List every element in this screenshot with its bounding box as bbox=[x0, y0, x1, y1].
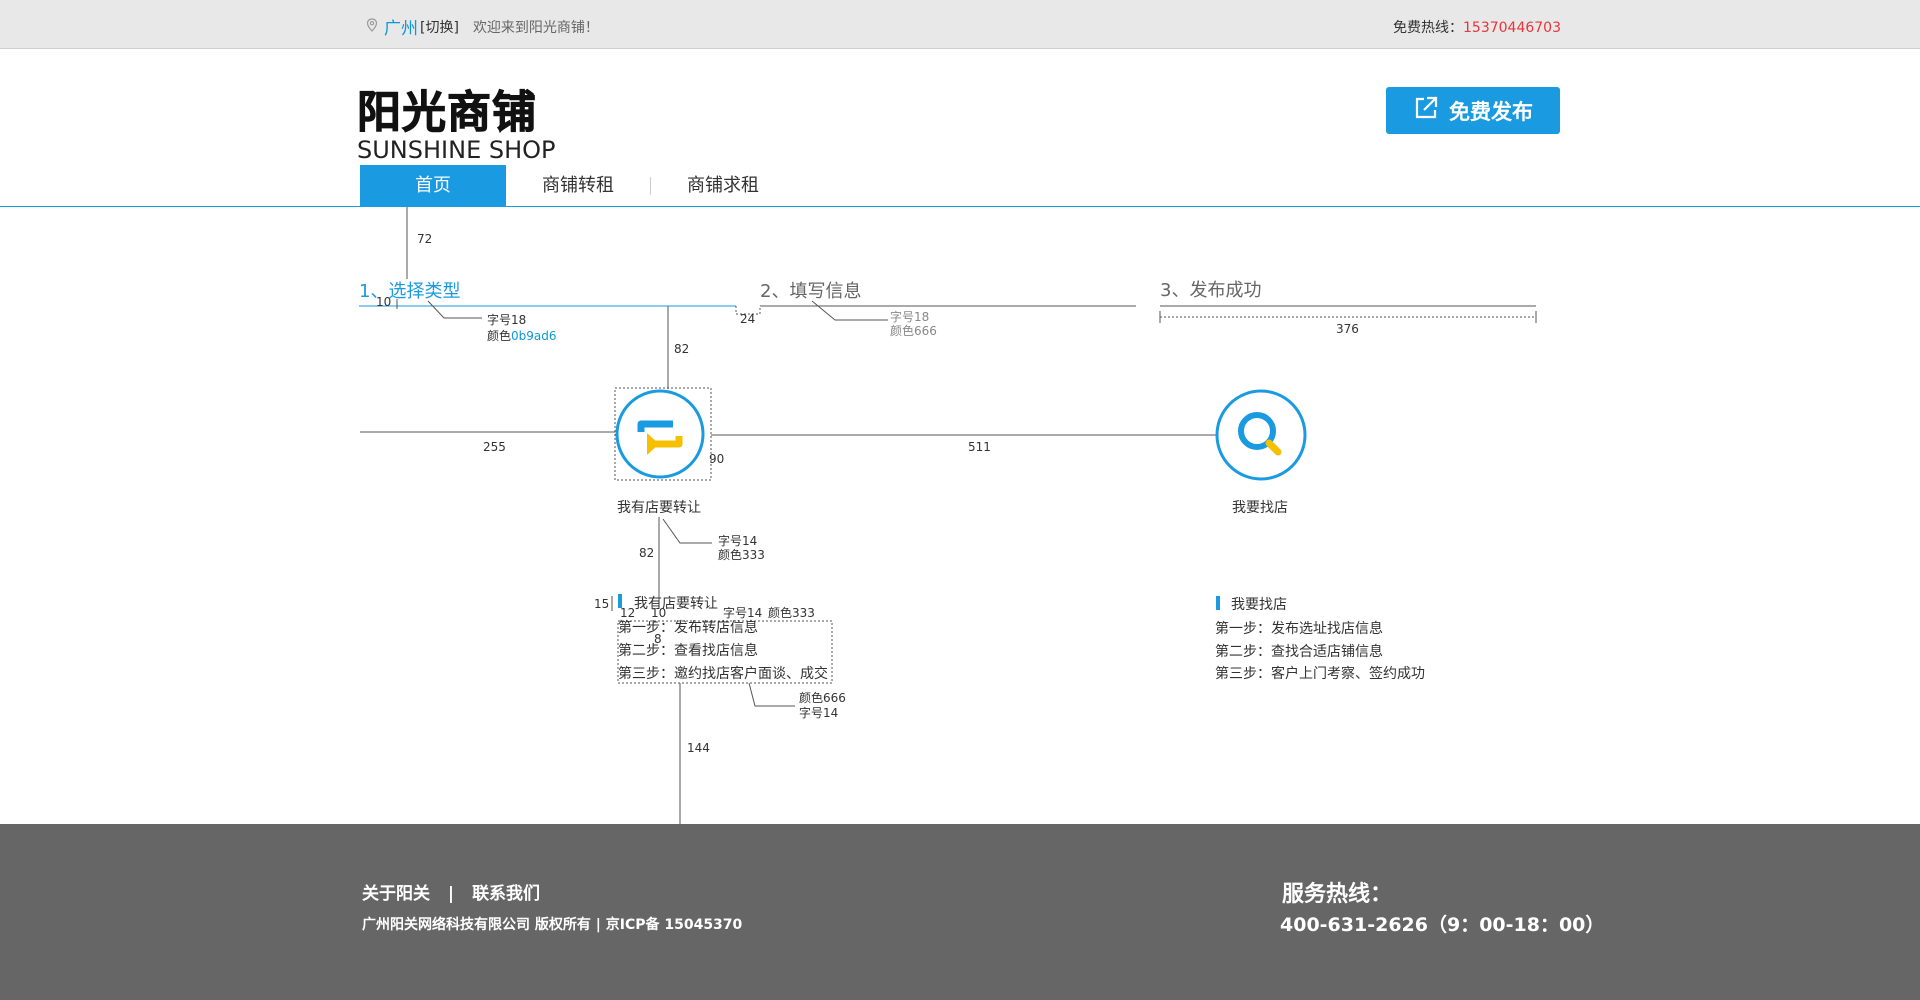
footer-sep: | bbox=[447, 884, 455, 904]
top-bar: 广州 [切换] 欢迎来到阳光商铺！ 免费热线：15370446703 bbox=[0, 0, 1920, 49]
switch-city-link[interactable]: [切换] bbox=[420, 17, 459, 37]
dim-511: 511 bbox=[968, 440, 991, 454]
dim-10: 10 bbox=[376, 295, 392, 309]
card-find-step-2: 第二步：查找合适店铺信息 bbox=[1215, 644, 1383, 660]
footer-contact-link[interactable]: 联系我们 bbox=[472, 884, 540, 904]
card-find-step-3: 第三步：客户上门考察、签约成功 bbox=[1215, 666, 1425, 682]
card-find-step-1: 第一步：发布选址找店信息 bbox=[1215, 621, 1383, 637]
annotation-guides bbox=[359, 207, 1537, 824]
free-publish-button[interactable]: 免费发布 bbox=[1386, 87, 1560, 134]
dim-90: 90 bbox=[709, 452, 725, 466]
nav-shop-transfer[interactable]: 商铺转租 bbox=[506, 165, 650, 207]
dim-15: 15 bbox=[594, 597, 610, 611]
dim-72: 72 bbox=[417, 232, 433, 246]
step-2-title: 2、填写信息 bbox=[760, 281, 862, 302]
hotline-number: 15370446703 bbox=[1463, 20, 1561, 36]
free-publish-label: 免费发布 bbox=[1449, 99, 1533, 124]
nav-shop-rent[interactable]: 商铺求租 bbox=[651, 165, 795, 207]
footer: 关于阳关 | 联系我们 广州阳关网络科技有限公司 版权所有 | 京ICP备 15… bbox=[0, 824, 1920, 1000]
dim-144: 144 bbox=[687, 741, 710, 755]
card-transfer-step-2: 第二步：查看找店信息 bbox=[618, 643, 758, 659]
footer-copyright: 广州阳关网络科技有限公司 版权所有 | 京ICP备 15045370 bbox=[362, 917, 743, 933]
footer-hotline-title: 服务热线： bbox=[1282, 882, 1393, 907]
dim-24: 24 bbox=[740, 312, 756, 326]
transfer-arrows-icon bbox=[581, 389, 705, 479]
option-find[interactable] bbox=[1215, 389, 1307, 481]
footer-hotline-number: 400-631-2626（9：00-18：00） bbox=[1280, 914, 1605, 936]
external-edit-icon bbox=[1413, 95, 1449, 126]
search-icon bbox=[1215, 389, 1307, 481]
step-1-title: 1、选择类型 bbox=[359, 281, 461, 302]
nav-home[interactable]: 首页 bbox=[360, 165, 506, 207]
dim-376: 376 bbox=[1336, 322, 1359, 336]
ann-color-blue-value: 0b9ad6 bbox=[511, 329, 557, 343]
option-transfer-label[interactable]: 我有店要转让 bbox=[617, 497, 701, 517]
site-logo[interactable]: 阳光商铺 SUNSHINE SHOP bbox=[357, 76, 557, 165]
ann-color-prefix: 颜色 bbox=[487, 329, 512, 343]
ann-color-blue: 颜色0b9ad6 bbox=[487, 327, 557, 344]
card-find-marker bbox=[1216, 596, 1220, 610]
card-transfer-step-3: 第三步：邀约找店客户面谈、成交 bbox=[618, 666, 828, 682]
card-transfer-title: 我有店要转让 bbox=[634, 596, 718, 612]
ann-color666: 颜色666 bbox=[890, 324, 937, 338]
option-find-label[interactable]: 我要找店 bbox=[1232, 497, 1288, 517]
ann-size18: 字号18 bbox=[487, 313, 527, 327]
location-area: 广州 [切换] 欢迎来到阳光商铺！ bbox=[366, 14, 599, 39]
ann-color333b: 颜色333 bbox=[768, 606, 815, 620]
location-pin-icon bbox=[366, 17, 378, 36]
hotline-label: 免费热线： bbox=[1393, 20, 1464, 36]
header: 阳光商铺 SUNSHINE SHOP 免费发布 首页 商铺转租 商铺求租 bbox=[0, 49, 1920, 207]
footer-links: 关于阳关 | 联系我们 bbox=[362, 879, 540, 904]
main-content: 72 1、选择类型 10 字号18 颜色0b9ad6 24 2、填写信息 字号1… bbox=[0, 207, 1920, 824]
dim-255: 255 bbox=[483, 440, 506, 454]
dim-82a: 82 bbox=[674, 342, 690, 356]
current-city[interactable]: 广州 bbox=[384, 14, 418, 39]
logo-cn: 阳光商铺 bbox=[357, 87, 537, 139]
option-transfer[interactable] bbox=[581, 389, 705, 479]
step-3-title: 3、发布成功 bbox=[1160, 280, 1262, 301]
ann-color333: 颜色333 bbox=[718, 548, 765, 562]
dim-82b: 82 bbox=[639, 546, 655, 560]
card-transfer-marker bbox=[618, 594, 622, 608]
main-nav: 首页 商铺转租 商铺求租 bbox=[360, 165, 795, 207]
welcome-text: 欢迎来到阳光商铺！ bbox=[472, 19, 599, 36]
footer-about-link[interactable]: 关于阳关 bbox=[362, 884, 430, 904]
card-transfer-step-1: 第一步：发布转店信息 bbox=[618, 620, 758, 636]
card-find-title: 我要找店 bbox=[1231, 597, 1287, 613]
hotline: 免费热线：15370446703 bbox=[1393, 17, 1561, 37]
ann-size14c: 字号14 bbox=[799, 706, 839, 720]
logo-en: SUNSHINE SHOP bbox=[357, 136, 556, 164]
